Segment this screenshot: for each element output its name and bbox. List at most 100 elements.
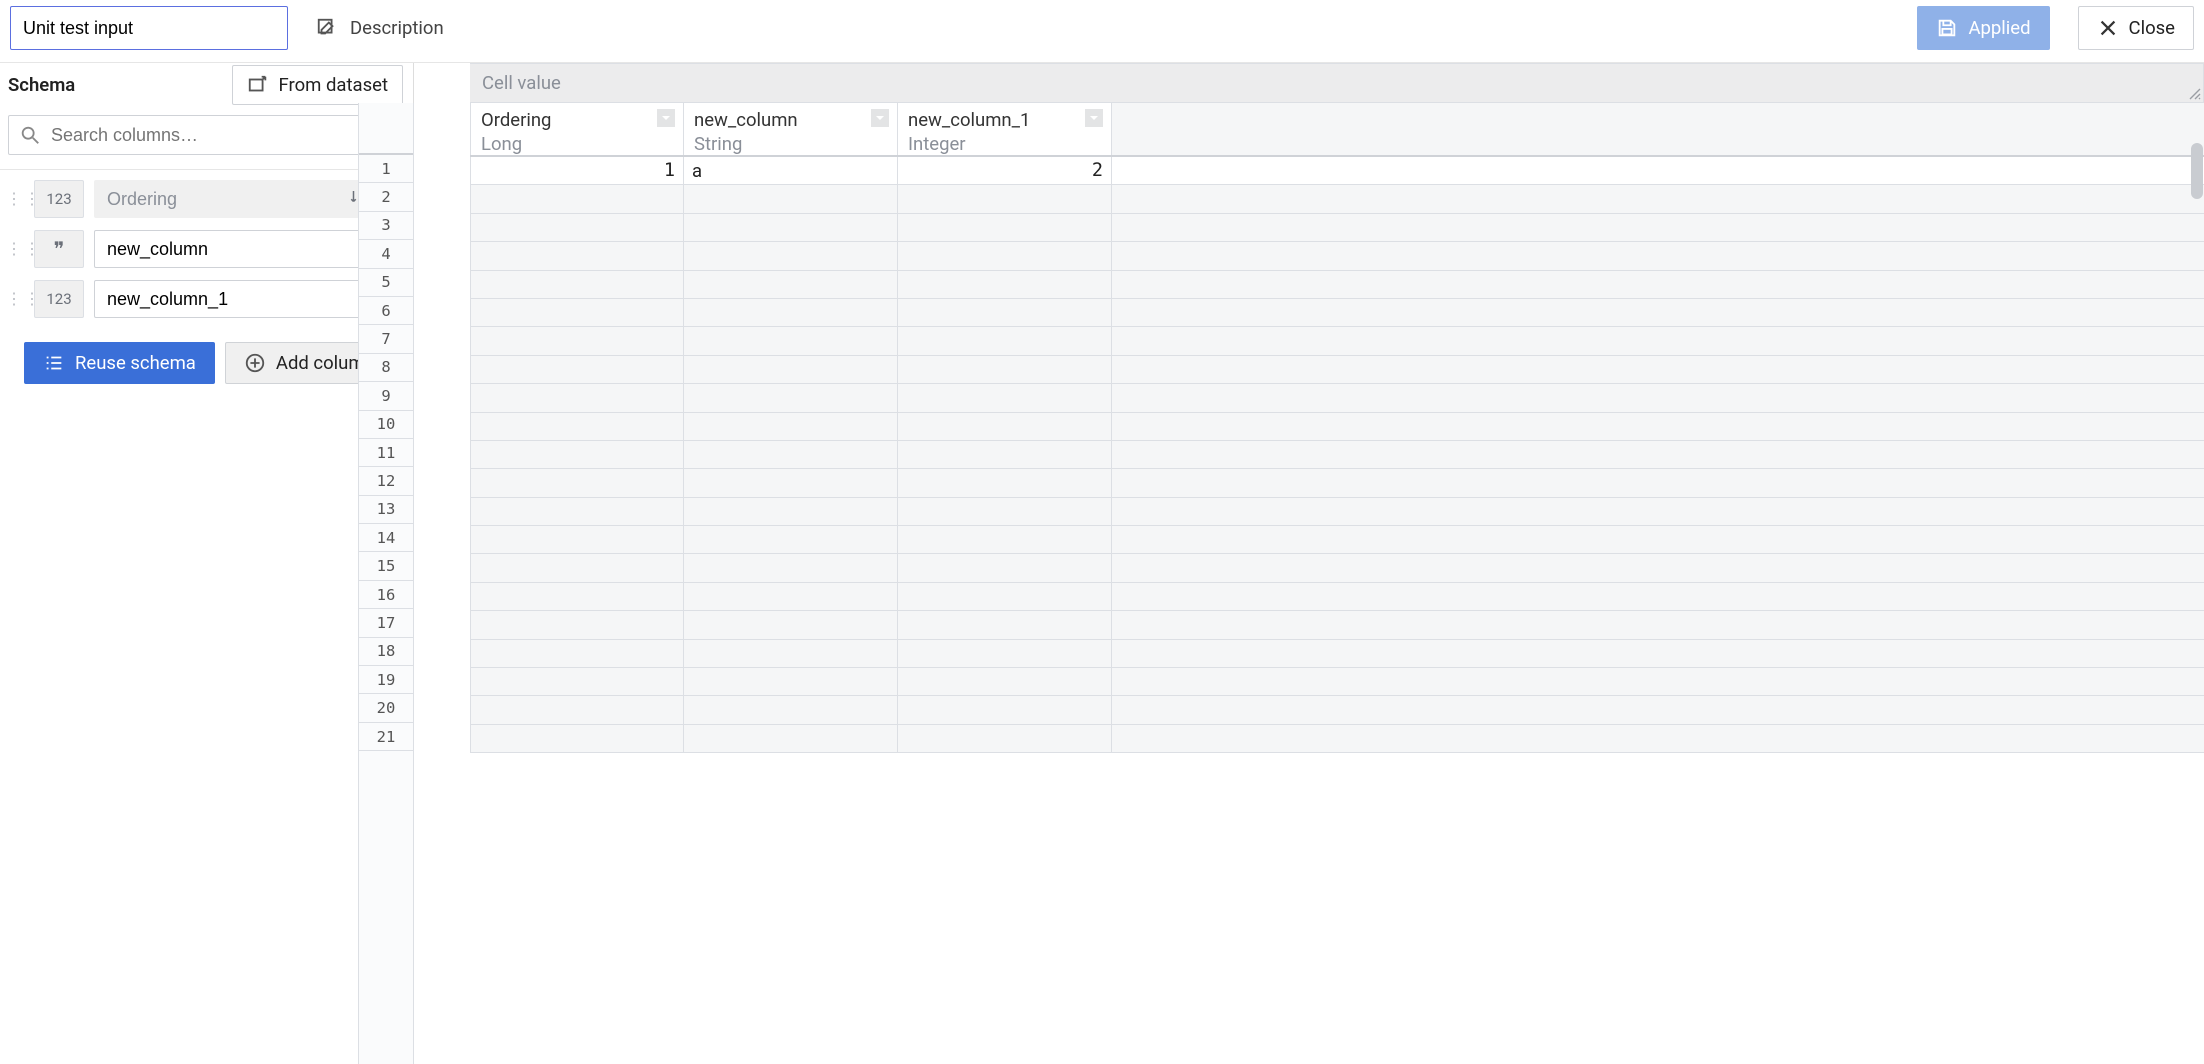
grid-cell[interactable] <box>470 469 684 497</box>
grid-cell[interactable] <box>470 554 684 582</box>
from-dataset-button[interactable]: From dataset <box>232 65 403 105</box>
grid-cell[interactable] <box>898 441 1112 469</box>
grid-cell[interactable] <box>898 356 1112 384</box>
grid-cell[interactable] <box>684 413 898 441</box>
grid-cell[interactable] <box>470 696 684 724</box>
row-number[interactable]: 4 <box>359 240 413 268</box>
grid-data-area[interactable]: 1a2 <box>470 157 2204 1064</box>
grid-cell[interactable]: 2 <box>898 157 1112 185</box>
column-name-input[interactable] <box>107 239 354 260</box>
grid-cell[interactable] <box>684 185 898 213</box>
grid-cell[interactable] <box>898 583 1112 611</box>
row-number[interactable]: 14 <box>359 524 413 552</box>
grid-cell[interactable] <box>470 185 684 213</box>
row-number[interactable]: 16 <box>359 581 413 609</box>
grid-cell[interactable] <box>898 696 1112 724</box>
grid-cell[interactable] <box>470 327 684 355</box>
grid-cell[interactable] <box>898 640 1112 668</box>
row-number[interactable]: 20 <box>359 694 413 722</box>
drag-handle-icon[interactable]: ⋮⋮ <box>6 194 24 204</box>
cell-value-bar[interactable]: Cell value <box>470 63 2204 103</box>
column-menu-button[interactable] <box>871 109 889 127</box>
grid-cell[interactable] <box>898 413 1112 441</box>
column-type-chip[interactable]: ❞ <box>34 230 84 268</box>
grid-cell[interactable] <box>684 356 898 384</box>
grid-cell[interactable] <box>470 498 684 526</box>
grid-cell[interactable] <box>898 384 1112 412</box>
row-number[interactable]: 6 <box>359 297 413 325</box>
grid-column-header[interactable]: OrderingLong <box>470 103 684 155</box>
row-number[interactable]: 1 <box>359 155 413 183</box>
grid-cell[interactable] <box>684 554 898 582</box>
row-number[interactable]: 8 <box>359 354 413 382</box>
grid-cell[interactable] <box>470 242 684 270</box>
close-button[interactable]: Close <box>2078 6 2194 50</box>
row-number[interactable]: 17 <box>359 609 413 637</box>
grid-cell[interactable] <box>470 583 684 611</box>
grid-cell[interactable] <box>684 214 898 242</box>
grid-column-header[interactable]: new_columnString <box>684 103 898 155</box>
grid-cell[interactable] <box>898 214 1112 242</box>
drag-handle-icon[interactable]: ⋮⋮ <box>6 244 24 254</box>
grid-cell[interactable] <box>898 668 1112 696</box>
grid-cell[interactable] <box>898 554 1112 582</box>
grid-cell[interactable] <box>684 384 898 412</box>
grid-cell[interactable] <box>470 299 684 327</box>
reuse-schema-button[interactable]: Reuse schema <box>24 342 215 384</box>
row-number[interactable]: 3 <box>359 212 413 240</box>
grid-cell[interactable] <box>470 214 684 242</box>
row-number[interactable]: 10 <box>359 411 413 439</box>
search-columns-input[interactable] <box>51 125 392 146</box>
row-number[interactable]: 12 <box>359 467 413 495</box>
row-number[interactable]: 13 <box>359 496 413 524</box>
grid-cell[interactable] <box>684 242 898 270</box>
search-columns-box[interactable] <box>8 115 403 155</box>
row-number[interactable]: 9 <box>359 382 413 410</box>
row-number[interactable]: 5 <box>359 269 413 297</box>
grid-cell[interactable] <box>470 441 684 469</box>
grid-cell[interactable] <box>684 583 898 611</box>
grid-cell[interactable] <box>684 640 898 668</box>
grid-cell[interactable] <box>470 384 684 412</box>
grid-cell[interactable] <box>684 611 898 639</box>
grid-cell[interactable] <box>898 725 1112 753</box>
grid-cell[interactable] <box>684 299 898 327</box>
grid-cell[interactable] <box>470 413 684 441</box>
grid-cell[interactable] <box>470 725 684 753</box>
grid-cell[interactable] <box>898 526 1112 554</box>
title-input[interactable] <box>10 6 288 50</box>
grid-cell[interactable] <box>898 469 1112 497</box>
column-name-input[interactable] <box>107 289 354 310</box>
grid-cell[interactable] <box>898 271 1112 299</box>
column-menu-button[interactable] <box>1085 109 1103 127</box>
grid-cell[interactable] <box>470 356 684 384</box>
row-number[interactable]: 21 <box>359 723 413 751</box>
column-type-chip[interactable]: 123 <box>34 280 84 318</box>
grid-cell[interactable] <box>684 469 898 497</box>
applied-button[interactable]: Applied <box>1917 6 2049 50</box>
column-type-chip[interactable]: 123 <box>34 180 84 218</box>
grid-cell[interactable] <box>470 640 684 668</box>
grid-cell[interactable] <box>470 611 684 639</box>
grid-cell[interactable]: a <box>684 157 898 185</box>
grid-cell[interactable] <box>684 725 898 753</box>
grid-cell[interactable] <box>470 271 684 299</box>
grid-cell[interactable]: 1 <box>470 157 684 185</box>
resize-handle-icon[interactable] <box>2187 86 2201 100</box>
row-number[interactable]: 7 <box>359 325 413 353</box>
grid-cell[interactable] <box>684 696 898 724</box>
grid-column-header[interactable]: new_column_1Integer <box>898 103 1112 155</box>
row-number[interactable]: 11 <box>359 439 413 467</box>
grid-cell[interactable] <box>684 498 898 526</box>
grid-cell[interactable] <box>898 611 1112 639</box>
vertical-scrollbar-thumb[interactable] <box>2191 143 2203 199</box>
row-number[interactable]: 15 <box>359 552 413 580</box>
column-name-field[interactable] <box>94 230 367 268</box>
grid-cell[interactable] <box>898 498 1112 526</box>
row-number[interactable]: 2 <box>359 183 413 211</box>
grid-cell[interactable] <box>470 668 684 696</box>
row-number[interactable]: 18 <box>359 638 413 666</box>
column-name-field[interactable] <box>94 280 367 318</box>
column-menu-button[interactable] <box>657 109 675 127</box>
grid-cell[interactable] <box>898 327 1112 355</box>
